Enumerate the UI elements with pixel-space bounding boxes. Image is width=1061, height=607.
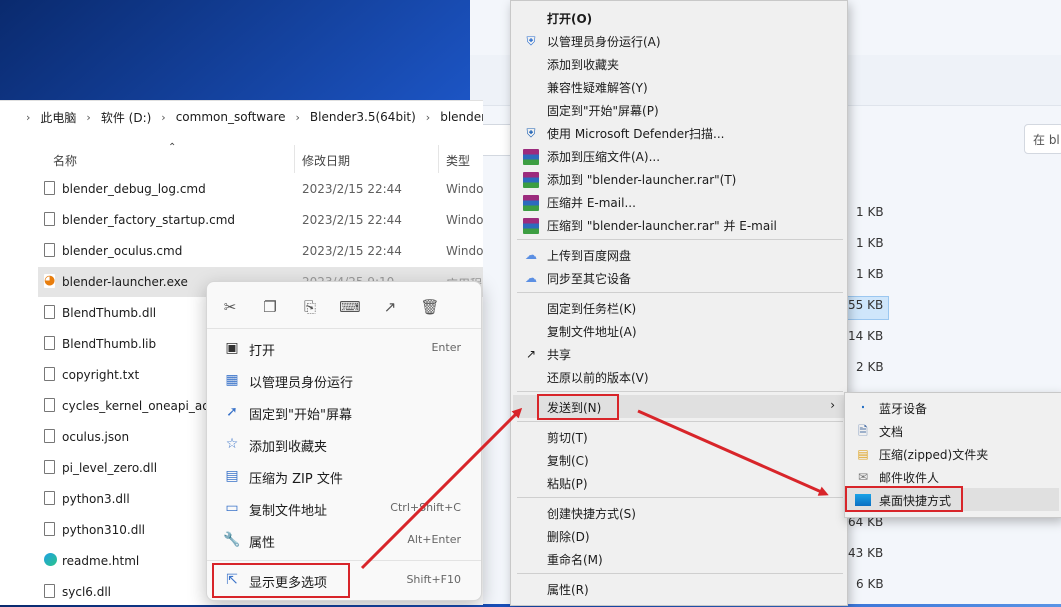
annotation-arrows xyxy=(360,407,829,570)
arrow-to-desktop-shortcut xyxy=(637,409,829,496)
arrow-to-send-to xyxy=(360,407,523,570)
